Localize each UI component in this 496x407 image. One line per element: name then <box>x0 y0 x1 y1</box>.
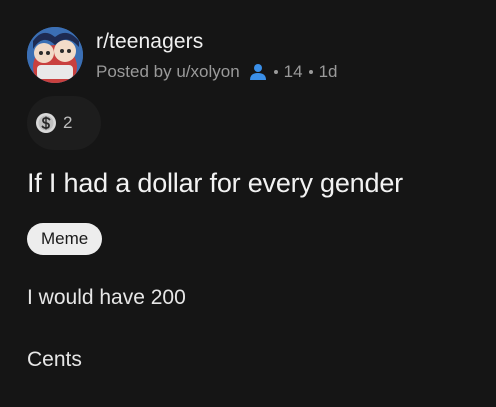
separator-dot <box>273 70 278 74</box>
post-score: 14 <box>283 62 303 81</box>
separator-dot <box>308 70 313 74</box>
post-body-line: Cents <box>27 348 82 371</box>
award-count: 2 <box>63 113 73 132</box>
post-meta: Posted by u/xolyon 14 1d <box>96 60 338 84</box>
posted-by-username[interactable]: Posted by u/xolyon <box>96 62 240 82</box>
silver-award-icon <box>35 112 57 134</box>
subreddit-name[interactable]: r/teenagers <box>96 30 203 54</box>
post-flair[interactable]: Meme <box>27 223 103 255</box>
post-body-line: I would have 200 <box>27 286 186 309</box>
post-title[interactable]: If I had a dollar for every gender <box>27 168 403 199</box>
person-icon <box>248 63 268 81</box>
post-card: r/teenagers Posted by u/xolyon 14 1d 2 I… <box>0 0 496 407</box>
post-age: 1d <box>318 62 338 81</box>
subreddit-avatar[interactable] <box>27 27 83 83</box>
